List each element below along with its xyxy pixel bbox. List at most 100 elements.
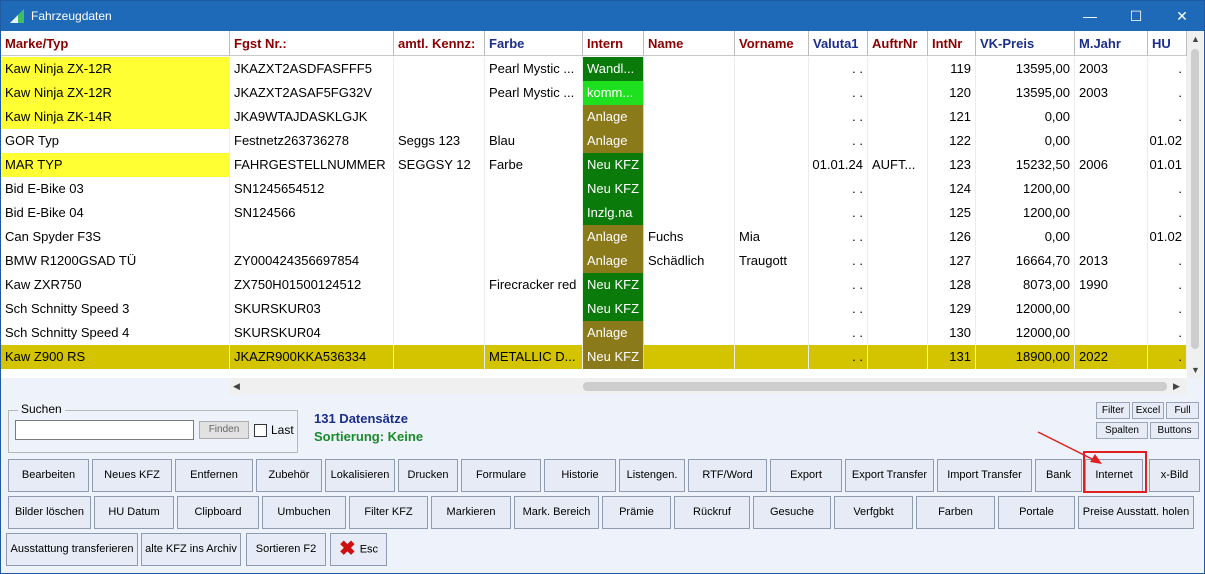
column-header-hu[interactable]: HU: [1148, 31, 1187, 56]
cell-kennz[interactable]: [394, 345, 485, 369]
buttons-button[interactable]: Buttons: [1150, 422, 1199, 439]
cell-hu[interactable]: .: [1148, 297, 1187, 321]
farben-button[interactable]: Farben: [916, 496, 995, 529]
export-button[interactable]: Export: [770, 459, 842, 492]
cell-kennz[interactable]: [394, 297, 485, 321]
cell-valuta[interactable]: . .: [809, 345, 868, 369]
cell-farbe[interactable]: Pearl Mystic ...: [485, 81, 583, 105]
cell-intnr[interactable]: 129: [928, 297, 976, 321]
cell-kennz[interactable]: [394, 201, 485, 225]
cell-vorname[interactable]: [735, 153, 809, 177]
cell-kennz[interactable]: [394, 81, 485, 105]
cell-auftr[interactable]: [868, 273, 928, 297]
maximize-button[interactable]: ☐: [1113, 1, 1159, 31]
cell-mjahr[interactable]: 2022: [1075, 345, 1148, 369]
full-button[interactable]: Full: [1166, 402, 1199, 419]
cell-kennz[interactable]: [394, 321, 485, 345]
hu-datum-button[interactable]: HU Datum: [94, 496, 174, 529]
cell-name[interactable]: [644, 105, 735, 129]
cell-intnr[interactable]: 123: [928, 153, 976, 177]
cell-hu[interactable]: .: [1148, 81, 1187, 105]
cell-hu[interactable]: 01.02: [1148, 225, 1187, 249]
portale-button[interactable]: Portale: [998, 496, 1075, 529]
cell-vk[interactable]: 13595,00: [976, 81, 1075, 105]
cell-fgst[interactable]: JKAZR900KKA536334: [230, 345, 394, 369]
verfgbkt-button[interactable]: Verfgbkt: [834, 496, 913, 529]
cell-name[interactable]: Schädlich: [644, 249, 735, 273]
cell-marke[interactable]: Sch Schnitty Speed 3: [1, 297, 230, 321]
cell-farbe[interactable]: [485, 249, 583, 273]
formulare-button[interactable]: Formulare: [461, 459, 541, 492]
scroll-down-icon[interactable]: ▼: [1191, 365, 1200, 375]
cell-auftr[interactable]: [868, 81, 928, 105]
cell-intern[interactable]: Neu KFZ: [583, 177, 644, 201]
cell-intnr[interactable]: 125: [928, 201, 976, 225]
cell-vorname[interactable]: Traugott: [735, 249, 809, 273]
cell-intern[interactable]: Anlage: [583, 321, 644, 345]
cell-marke[interactable]: Kaw Ninja ZK-14R: [1, 105, 230, 129]
esc-button[interactable]: ✖ Esc: [330, 533, 387, 566]
cell-vk[interactable]: 13595,00: [976, 57, 1075, 81]
cell-name[interactable]: [644, 321, 735, 345]
cell-hu[interactable]: 01.01: [1148, 153, 1187, 177]
cell-farbe[interactable]: Firecracker red: [485, 273, 583, 297]
cell-vk[interactable]: 0,00: [976, 105, 1075, 129]
umbuchen-button[interactable]: Umbuchen: [262, 496, 346, 529]
pr-mie-button[interactable]: Prämie: [602, 496, 671, 529]
cell-vorname[interactable]: [735, 345, 809, 369]
column-header-intnr[interactable]: IntNr: [928, 31, 976, 56]
excel-button[interactable]: Excel: [1132, 402, 1164, 419]
cell-intnr[interactable]: 120: [928, 81, 976, 105]
cell-valuta[interactable]: . .: [809, 177, 868, 201]
column-header-fgst[interactable]: Fgst Nr.:: [230, 31, 394, 56]
ausstattung-transferieren-button[interactable]: Ausstattung transferieren: [6, 533, 138, 566]
cell-valuta[interactable]: . .: [809, 225, 868, 249]
cell-vk[interactable]: 16664,70: [976, 249, 1075, 273]
cell-auftr[interactable]: [868, 129, 928, 153]
close-button[interactable]: ✕: [1159, 1, 1205, 31]
cell-fgst[interactable]: FAHRGESTELLNUMMER: [230, 153, 394, 177]
cell-mjahr[interactable]: [1075, 297, 1148, 321]
cell-name[interactable]: [644, 345, 735, 369]
filter-kfz-button[interactable]: Filter KFZ: [349, 496, 428, 529]
export-transfer-button[interactable]: Export Transfer: [845, 459, 934, 492]
last-checkbox[interactable]: [254, 424, 267, 437]
cell-kennz[interactable]: Seggs 123: [394, 129, 485, 153]
cell-farbe[interactable]: METALLIC D...: [485, 345, 583, 369]
cell-hu[interactable]: .: [1148, 57, 1187, 81]
cell-intnr[interactable]: 119: [928, 57, 976, 81]
bearbeiten-button[interactable]: Bearbeiten: [8, 459, 89, 492]
cell-vorname[interactable]: [735, 297, 809, 321]
cell-vorname[interactable]: [735, 105, 809, 129]
zubeh-r-button[interactable]: Zubehör: [256, 459, 322, 492]
column-header-valuta[interactable]: Valuta1: [809, 31, 868, 56]
cell-intern[interactable]: Anlage: [583, 225, 644, 249]
cell-marke[interactable]: Kaw Ninja ZX-12R: [1, 81, 230, 105]
column-header-intern[interactable]: Intern: [583, 31, 644, 56]
cell-valuta[interactable]: . .: [809, 201, 868, 225]
cell-fgst[interactable]: ZY000424356697854: [230, 249, 394, 273]
cell-vorname[interactable]: [735, 81, 809, 105]
table-row[interactable]: Bid E-Bike 04 SN124566 Inzlg.na . . 125 1200,…: [1, 201, 1187, 225]
cell-farbe[interactable]: [485, 177, 583, 201]
cell-auftr[interactable]: [868, 249, 928, 273]
cell-intnr[interactable]: 127: [928, 249, 976, 273]
cell-vorname[interactable]: [735, 273, 809, 297]
cell-mjahr[interactable]: 1990: [1075, 273, 1148, 297]
cell-name[interactable]: [644, 177, 735, 201]
import-transfer-button[interactable]: Import Transfer: [937, 459, 1032, 492]
find-button[interactable]: Finden: [199, 421, 249, 439]
x-bild-button[interactable]: x-Bild: [1149, 459, 1200, 492]
cell-intnr[interactable]: 122: [928, 129, 976, 153]
cell-vorname[interactable]: [735, 201, 809, 225]
filter-button[interactable]: Filter: [1096, 402, 1130, 419]
column-header-mjahr[interactable]: M.Jahr: [1075, 31, 1148, 56]
cell-fgst[interactable]: SN1245654512: [230, 177, 394, 201]
cell-fgst[interactable]: JKAZXT2ASAF5FG32V: [230, 81, 394, 105]
historie-button[interactable]: Historie: [544, 459, 616, 492]
cell-kennz[interactable]: [394, 273, 485, 297]
cell-name[interactable]: [644, 201, 735, 225]
cell-mjahr[interactable]: 2003: [1075, 81, 1148, 105]
table-row[interactable]: Kaw Ninja ZK-14R JKA9WTAJDASKLGJK Anlage . …: [1, 105, 1187, 129]
table-row[interactable]: Sch Schnitty Speed 3 SKURSKUR03 Neu KFZ. .…: [1, 297, 1187, 321]
